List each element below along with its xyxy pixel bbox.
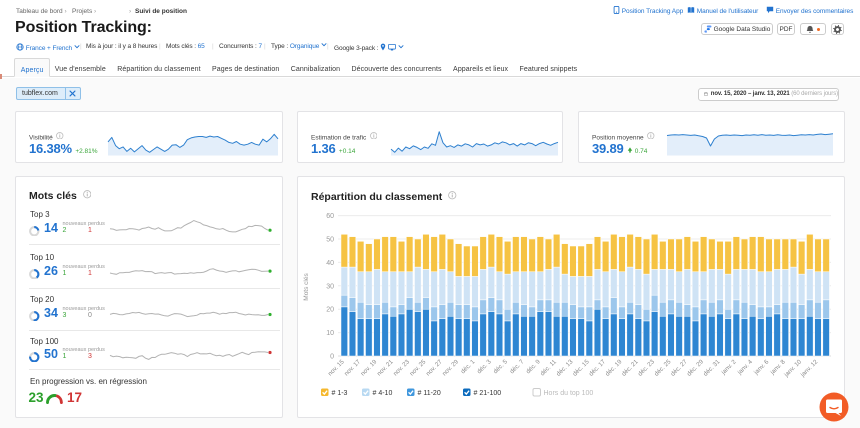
svg-text:déc. 3: déc. 3: [476, 358, 493, 375]
svg-text:déc. 1: déc. 1: [460, 358, 477, 375]
svg-text:déc. 23: déc. 23: [637, 358, 657, 378]
svg-text:déc. 7: déc. 7: [509, 358, 526, 375]
svg-text:50: 50: [326, 237, 334, 244]
svg-text:nov. 25: nov. 25: [408, 358, 427, 377]
svg-text:Mots clés: Mots clés: [303, 273, 310, 301]
svg-text:nov. 19: nov. 19: [359, 358, 378, 377]
svg-text:20: 20: [326, 307, 334, 314]
svg-text:# 21-100: # 21-100: [474, 390, 502, 397]
svg-text:10: 10: [326, 330, 334, 337]
svg-text:déc. 15: déc. 15: [571, 358, 591, 378]
svg-text:déc. 25: déc. 25: [653, 358, 673, 378]
svg-text:30: 30: [326, 283, 334, 290]
svg-text:nov. 21: nov. 21: [376, 358, 395, 377]
svg-text:déc. 31: déc. 31: [702, 358, 722, 378]
svg-text:déc. 13: déc. 13: [555, 358, 575, 378]
svg-text:déc. 27: déc. 27: [669, 358, 689, 378]
svg-text:janv. 2: janv. 2: [719, 358, 738, 377]
svg-text:# 1-3: # 1-3: [332, 390, 348, 397]
svg-text:janv. 6: janv. 6: [752, 358, 771, 377]
svg-text:# 4-10: # 4-10: [373, 390, 393, 397]
svg-text:# 11-20: # 11-20: [418, 390, 441, 397]
svg-text:déc. 29: déc. 29: [686, 358, 706, 378]
svg-text:0: 0: [330, 354, 334, 361]
svg-text:nov. 29: nov. 29: [441, 358, 460, 377]
svg-text:déc. 5: déc. 5: [492, 358, 509, 375]
svg-text:nov. 27: nov. 27: [425, 358, 444, 377]
svg-text:janv. 10: janv. 10: [782, 358, 803, 379]
svg-text:déc. 19: déc. 19: [604, 358, 624, 378]
svg-text:60: 60: [326, 213, 334, 220]
svg-text:nov. 17: nov. 17: [343, 358, 362, 377]
svg-text:déc. 21: déc. 21: [620, 358, 640, 378]
svg-text:Hors du top 100: Hors du top 100: [544, 390, 594, 397]
svg-text:nov. 23: nov. 23: [392, 358, 411, 377]
svg-text:janv. 12: janv. 12: [799, 358, 820, 379]
svg-text:déc. 17: déc. 17: [588, 358, 608, 378]
svg-text:40: 40: [326, 260, 334, 267]
svg-text:nov. 15: nov. 15: [327, 358, 346, 377]
svg-text:janv. 4: janv. 4: [736, 358, 755, 377]
